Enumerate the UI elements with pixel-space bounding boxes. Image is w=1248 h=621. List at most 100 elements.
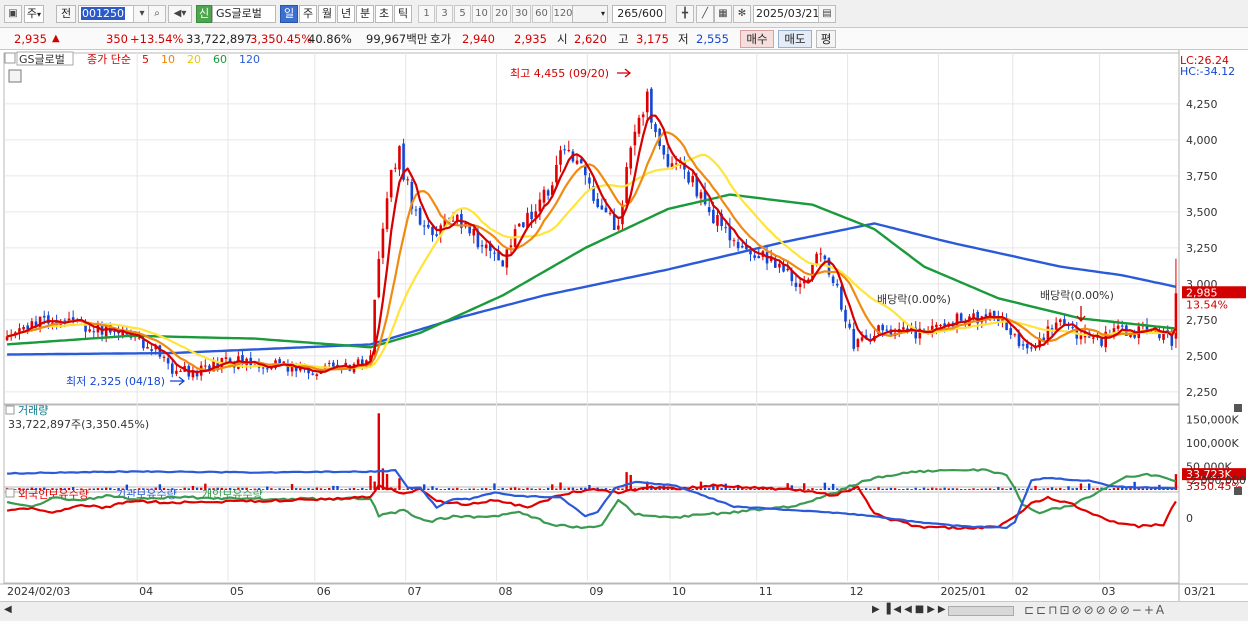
volume-bar [352,487,356,490]
spare-select[interactable]: ▾ [572,5,608,23]
price-tick-label: 3,750 [1186,170,1218,183]
period-tab-1[interactable]: 주 [299,5,317,23]
volume-bar [282,488,285,490]
candle-body [394,167,397,169]
candle-body [22,327,25,330]
legend-ma-20: 20 [187,53,201,66]
candle-body [724,227,728,229]
volume-bar [472,488,475,490]
period-tab-6[interactable]: 틱 [394,5,412,23]
quick-number-60[interactable]: 60 [532,5,551,23]
volume-bar [294,488,298,490]
volume-bar [513,487,517,490]
code-input[interactable]: 001250 [78,5,134,23]
scroll-left-icon[interactable]: ◀ [4,604,12,615]
grid-icon[interactable]: ▦ [714,5,732,23]
prev-button[interactable]: 전 [56,5,76,23]
volume-bar [290,484,294,490]
volume-value-text: 33,722,897주(3,350.45%) [8,418,149,431]
candle-body [1009,328,1013,335]
volume-bar [1054,488,1058,490]
search-icon[interactable]: ⌕ [148,5,166,23]
quick-number-120[interactable]: 120 [552,5,574,23]
candle-body [992,310,996,316]
volume-bar [567,487,570,490]
layout-icon[interactable]: ▣ [4,5,22,23]
volume-bar [1071,488,1074,490]
calendar-icon[interactable]: ▤ [818,5,836,23]
date-input[interactable]: 2025/03/21 [753,5,819,23]
buy-button[interactable]: 매수 [740,30,774,48]
candle-body [414,209,418,211]
period-tab-5[interactable]: 초 [375,5,393,23]
volume-bar [369,475,372,490]
stock-chart[interactable]: 2,2502,5002,7503,0003,2503,5003,7504,000… [0,50,1248,601]
volume-bar [666,488,670,490]
zoom-slider[interactable] [948,606,1014,616]
period-tab-0[interactable]: 일 [280,5,298,23]
volume-bar [910,489,913,490]
quick-number-10[interactable]: 10 [472,5,491,23]
candle-body [150,349,153,351]
candle-body [546,190,550,196]
candle-body [92,331,96,333]
toolbar: ▣ 주▾ 전 001250 ▾ ⌕ ◀▾ 신 GS글로벌 일주월년분초틱 135… [0,0,1248,28]
candle-body [823,255,827,260]
candle-body [786,268,789,271]
high-label: 고 [618,32,629,46]
candle-body [662,145,666,155]
mode-select[interactable]: 주▾ [24,5,44,23]
drawing-tools[interactable]: ⊏⊏⊓⊡⊘⊘⊘⊘⊘−+A [1024,603,1166,617]
volume-bar [1001,488,1004,490]
stock-name[interactable]: GS글로벌 [212,5,276,23]
candle-body [840,286,843,310]
candle-body [740,245,744,248]
candle-body [612,214,616,230]
candle-body [856,339,860,348]
volume-bar [1116,487,1120,490]
volume-bar [439,489,442,490]
eval-button[interactable]: 평 [816,30,836,48]
volume-bar [1079,483,1083,490]
candle-body [472,228,476,236]
period-tab-2[interactable]: 월 [318,5,336,23]
period-tab-4[interactable]: 분 [356,5,374,23]
line-tool-icon[interactable]: ╱ [696,5,714,23]
candle-body [381,228,385,258]
candle-body [377,258,381,298]
count-value: 265 [617,7,639,20]
gear-icon[interactable]: ✻ [733,5,751,23]
candle-body [848,323,851,328]
quick-number-20[interactable]: 20 [492,5,511,23]
candle-body [559,150,562,165]
quick-number-3[interactable]: 3 [436,5,453,23]
volume-bar [451,488,455,490]
candle-body [484,244,488,249]
volume-bar [518,488,521,490]
candle-body [509,245,513,248]
volume-bar [361,487,364,490]
sell-button[interactable]: 매도 [778,30,812,48]
quick-number-5[interactable]: 5 [454,5,471,23]
quick-number-30[interactable]: 30 [512,5,531,23]
candle-body [431,226,434,236]
volume-bar [559,482,562,490]
volume-bar [497,488,500,490]
bottom-scrollbar[interactable]: ◀ ▶▐◀◀■▶▶ ⊏⊏⊓⊡⊘⊘⊘⊘⊘−+A [0,601,1248,621]
candle-body [505,249,509,268]
candle-body [798,283,802,288]
volume-bar [435,488,438,490]
candle-body [844,309,847,322]
volume-toggle-icon [5,405,15,415]
volume-bar [542,489,546,490]
playback-controls[interactable]: ▶▐◀◀■▶▶ [872,604,949,615]
quick-number-1[interactable]: 1 [418,5,435,23]
speaker-icon[interactable]: ◀▾ [168,5,192,23]
candle-body [265,368,269,370]
candle-icon[interactable]: ╋ [676,5,694,23]
volume-bar [823,482,827,490]
count-input[interactable]: 265/600 [612,5,666,23]
volume-bar [914,487,917,490]
volume-bar [299,488,302,490]
period-tab-3[interactable]: 년 [337,5,355,23]
